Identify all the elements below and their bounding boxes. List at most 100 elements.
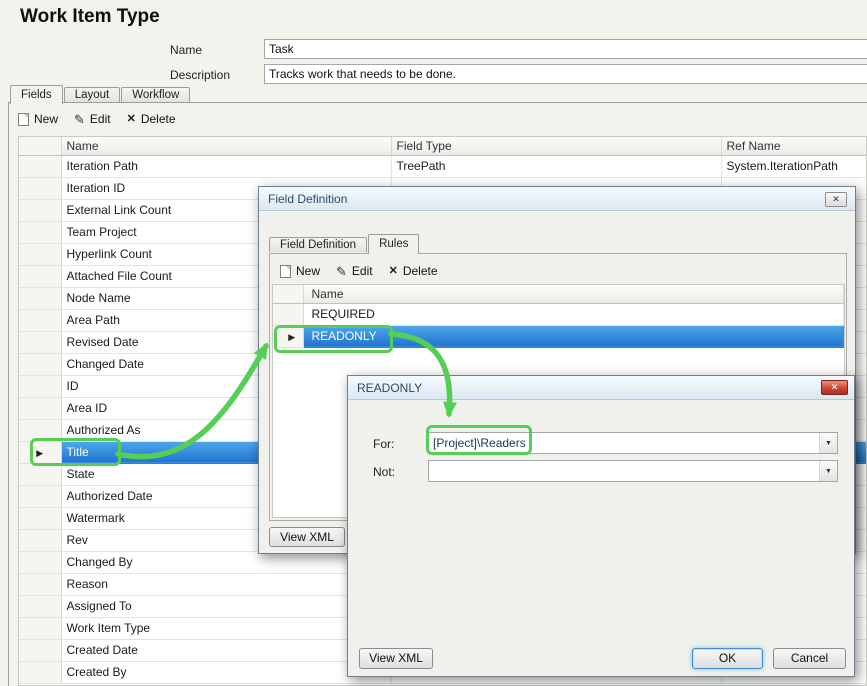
edit-button-label: Edit bbox=[89, 112, 111, 126]
row-selector bbox=[19, 463, 62, 486]
column-header-name: Name bbox=[303, 285, 844, 304]
for-combobox[interactable]: [Project]\Readers ▼ bbox=[428, 432, 838, 454]
description-label: Description bbox=[170, 68, 231, 82]
readonly-titlebar[interactable]: READONLY bbox=[348, 376, 854, 400]
new-button[interactable]: New bbox=[18, 112, 58, 126]
row-selector bbox=[19, 507, 62, 530]
delete-x-icon: ✕ bbox=[126, 113, 136, 125]
header-row: Name bbox=[273, 285, 844, 304]
tab-fields[interactable]: Fields bbox=[10, 85, 63, 104]
cell: Changed By bbox=[61, 551, 392, 574]
readonly-dialog: READONLY ✕ For: [Project]\Readers ▼ Not:… bbox=[347, 375, 855, 677]
rules-table: Name REQUIRED ▶ READONLY bbox=[273, 285, 844, 348]
cell: Iteration Path bbox=[61, 155, 392, 178]
edit-rule-button[interactable]: ✎ Edit bbox=[336, 264, 373, 278]
for-label: For: bbox=[373, 437, 395, 451]
selected-row-marker-icon: ▶ bbox=[36, 448, 44, 458]
field-definition-titlebar[interactable]: Field Definition bbox=[259, 187, 855, 211]
new-document-icon bbox=[18, 112, 29, 126]
tab-rules[interactable]: Rules bbox=[368, 234, 420, 254]
row-selector bbox=[19, 287, 62, 310]
cell: Reason bbox=[61, 573, 392, 596]
cell: REQUIRED bbox=[303, 303, 844, 326]
header-row: Name Field Type Ref Name bbox=[19, 137, 866, 156]
not-combobox[interactable]: ▼ bbox=[428, 460, 838, 482]
row-selector bbox=[19, 221, 62, 244]
chevron-down-icon[interactable]: ▼ bbox=[819, 461, 837, 481]
delete-x-icon: ✕ bbox=[388, 265, 398, 277]
rules-toolbar: New ✎ Edit ✕ Delete bbox=[280, 259, 438, 283]
tab-field-definition[interactable]: Field Definition bbox=[269, 237, 368, 252]
row-selector bbox=[273, 303, 304, 326]
new-rule-button-label: New bbox=[296, 264, 321, 278]
row-selector: ▶ bbox=[19, 441, 62, 464]
close-icon[interactable]: ✕ bbox=[821, 380, 848, 395]
cell: Created By bbox=[61, 661, 392, 684]
readonly-title: READONLY bbox=[357, 380, 423, 395]
delete-rule-button-label: Delete bbox=[402, 264, 438, 278]
not-label: Not: bbox=[373, 465, 396, 479]
selected-row-marker-icon: ▶ bbox=[288, 332, 296, 342]
new-rule-button[interactable]: New bbox=[280, 264, 320, 278]
delete-rule-button[interactable]: ✕ Delete bbox=[389, 264, 438, 278]
new-document-icon bbox=[280, 264, 291, 278]
row-selector bbox=[19, 353, 62, 376]
row-selector bbox=[19, 529, 62, 552]
close-icon[interactable]: ✕ bbox=[825, 192, 847, 207]
selector-header bbox=[19, 137, 62, 156]
row-selector bbox=[19, 485, 62, 508]
main-tabstrip: Fields Layout Workflow bbox=[10, 85, 191, 104]
work-item-type-window: Work Item Type Name Description Fields L… bbox=[0, 0, 867, 686]
field-definition-tabstrip: Field Definition Rules bbox=[269, 233, 420, 254]
field-definition-title: Field Definition bbox=[268, 191, 348, 206]
row-selector bbox=[19, 551, 62, 574]
tab-layout[interactable]: Layout bbox=[63, 87, 121, 102]
table-row[interactable]: REQUIRED bbox=[273, 303, 844, 326]
selector-header bbox=[273, 285, 304, 304]
cell: Work Item Type bbox=[61, 617, 392, 640]
edit-button[interactable]: ✎ Edit bbox=[74, 112, 111, 126]
edit-rule-button-label: Edit bbox=[351, 264, 373, 278]
column-header-name: Name bbox=[61, 137, 392, 156]
row-selector bbox=[19, 331, 62, 354]
tab-workflow[interactable]: Workflow bbox=[121, 87, 191, 102]
cancel-button[interactable]: Cancel bbox=[773, 648, 846, 669]
row-selector bbox=[19, 309, 62, 332]
name-input[interactable] bbox=[264, 39, 867, 59]
row-selector bbox=[19, 375, 62, 398]
column-header-field-type: Field Type bbox=[391, 137, 722, 156]
row-selector bbox=[19, 639, 62, 662]
ok-button[interactable]: OK bbox=[692, 648, 763, 669]
row-selector bbox=[19, 177, 62, 200]
row-selector bbox=[19, 573, 62, 596]
cell: Created Date bbox=[61, 639, 392, 662]
new-button-label: New bbox=[34, 112, 59, 126]
page-title: Work Item Type bbox=[20, 6, 160, 27]
chevron-down-icon[interactable]: ▼ bbox=[819, 433, 837, 453]
view-xml-button[interactable]: View XML bbox=[269, 527, 345, 547]
cell: READONLY bbox=[303, 325, 844, 348]
table-row[interactable]: Iteration Path TreePath System.IterationPa… bbox=[19, 155, 866, 178]
row-selector bbox=[19, 243, 62, 266]
row-selector: ▶ bbox=[273, 325, 304, 348]
view-xml-button[interactable]: View XML bbox=[359, 648, 433, 669]
row-selector bbox=[19, 595, 62, 618]
cell: System.IterationPath bbox=[721, 155, 866, 178]
table-row-selected[interactable]: ▶ READONLY bbox=[273, 325, 844, 348]
name-label: Name bbox=[170, 43, 203, 57]
cell: Assigned To bbox=[61, 595, 392, 618]
row-selector bbox=[19, 661, 62, 684]
row-selector bbox=[19, 199, 62, 222]
for-value: [Project]\Readers bbox=[433, 436, 526, 450]
row-selector bbox=[19, 419, 62, 442]
cell: TreePath bbox=[391, 155, 722, 178]
description-input[interactable] bbox=[264, 64, 867, 84]
fields-toolbar: New ✎ Edit ✕ Delete bbox=[18, 107, 176, 131]
delete-button[interactable]: ✕ Delete bbox=[127, 112, 176, 126]
column-header-ref-name: Ref Name bbox=[721, 137, 866, 156]
row-selector bbox=[19, 265, 62, 288]
row-selector bbox=[19, 397, 62, 420]
pencil-icon: ✎ bbox=[74, 111, 85, 127]
pencil-icon: ✎ bbox=[336, 263, 347, 279]
row-selector bbox=[19, 155, 62, 178]
